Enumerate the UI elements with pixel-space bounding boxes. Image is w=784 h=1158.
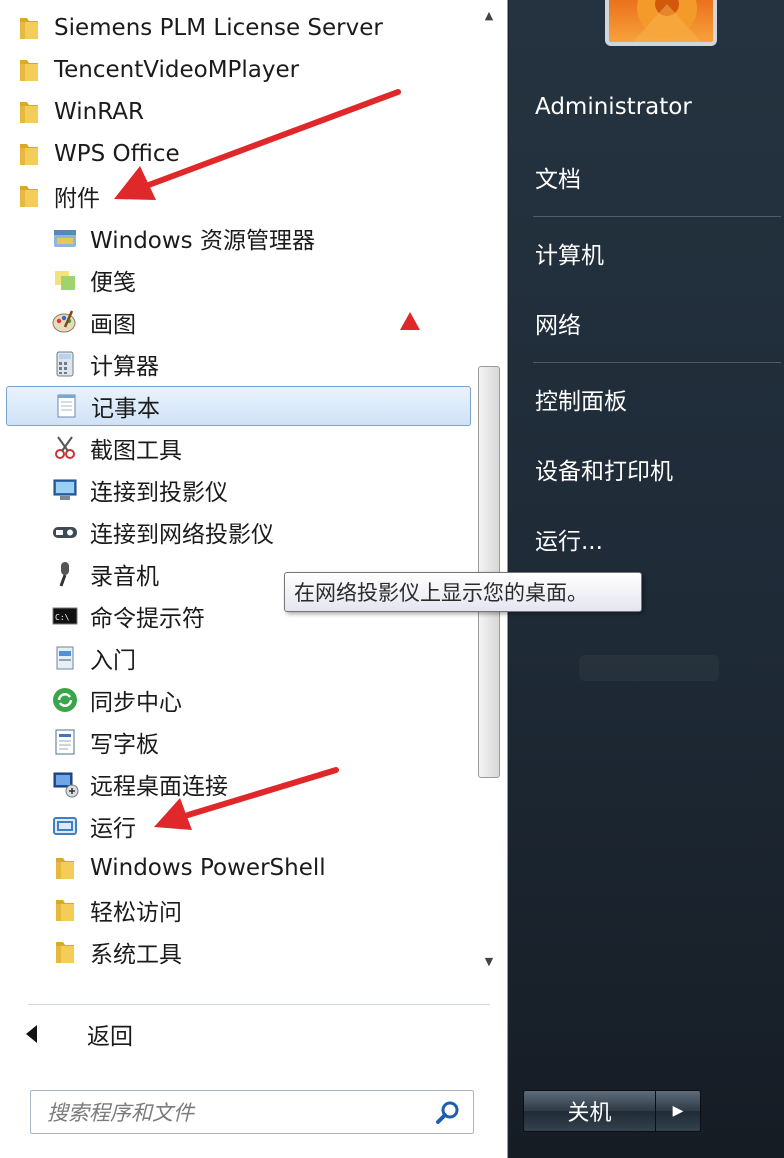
folder-icon bbox=[50, 937, 80, 967]
program-item-label: 同步中心 bbox=[90, 690, 182, 716]
shutdown-group: 关机 ▶ bbox=[523, 1090, 701, 1132]
sticky-notes-icon bbox=[50, 265, 80, 295]
getting-started-icon bbox=[50, 643, 80, 673]
snipping-tool-icon bbox=[50, 433, 80, 463]
program-item[interactable]: TencentVideoMPlayer bbox=[6, 50, 471, 90]
network-link[interactable]: 网络 bbox=[535, 305, 581, 341]
folder-icon bbox=[50, 895, 80, 925]
program-item-label: 附件 bbox=[54, 186, 100, 212]
faded-item bbox=[579, 655, 719, 681]
program-item-label: WPS Office bbox=[54, 141, 180, 167]
right-separator bbox=[533, 216, 781, 217]
network-projector-icon bbox=[50, 517, 80, 547]
computer-link[interactable]: 计算机 bbox=[535, 235, 604, 271]
user-picture[interactable] bbox=[605, 0, 717, 46]
notepad-icon bbox=[51, 391, 81, 421]
program-item-label: Windows PowerShell bbox=[90, 855, 326, 881]
program-item[interactable]: 附件 bbox=[6, 176, 471, 216]
folder-icon bbox=[14, 13, 44, 43]
program-item[interactable]: 计算器 bbox=[6, 344, 471, 384]
program-item-label: 写字板 bbox=[90, 732, 159, 758]
program-item-label: 截图工具 bbox=[90, 438, 182, 464]
sync-center-icon bbox=[50, 685, 80, 715]
program-item-label: Siemens PLM License Server bbox=[54, 15, 383, 41]
program-item[interactable]: 轻松访问 bbox=[6, 890, 471, 930]
shutdown-button[interactable]: 关机 bbox=[524, 1091, 656, 1131]
shutdown-options-arrow-icon[interactable]: ▶ bbox=[656, 1091, 700, 1131]
devices-printers-link[interactable]: 设备和打印机 bbox=[535, 451, 673, 487]
command-prompt-icon: C:\ bbox=[50, 601, 80, 631]
folder-icon bbox=[14, 97, 44, 127]
program-item[interactable]: 入门 bbox=[6, 638, 471, 678]
program-item[interactable]: 系统工具 bbox=[6, 932, 471, 972]
program-item[interactable]: 画图 bbox=[6, 302, 471, 342]
program-item-label: 连接到投影仪 bbox=[90, 480, 228, 506]
program-item-label: WinRAR bbox=[54, 99, 144, 125]
program-item-label: 便笺 bbox=[90, 270, 136, 296]
user-name-link[interactable]: Administrator bbox=[535, 89, 692, 125]
run-icon bbox=[50, 811, 80, 841]
svg-text:C:\: C:\ bbox=[55, 613, 70, 622]
folder-icon bbox=[14, 139, 44, 169]
program-item-label: 命令提示符 bbox=[90, 606, 205, 632]
panel-divider bbox=[28, 1004, 490, 1005]
back-button[interactable]: 返回 bbox=[22, 1014, 322, 1054]
program-item-label: 运行 bbox=[90, 816, 136, 842]
calculator-icon bbox=[50, 349, 80, 379]
program-item-label: TencentVideoMPlayer bbox=[54, 57, 300, 83]
program-item[interactable]: Windows 资源管理器 bbox=[6, 218, 471, 258]
right-separator bbox=[533, 362, 781, 363]
programs-scrollbar[interactable]: ▲ ▼ bbox=[476, 4, 502, 972]
paint-icon bbox=[50, 307, 80, 337]
program-item-label: 计算器 bbox=[90, 354, 159, 380]
program-item-label: 远程桌面连接 bbox=[90, 774, 228, 800]
flower-picture-icon bbox=[632, 0, 702, 42]
folder-icon bbox=[50, 853, 80, 883]
program-item[interactable]: WinRAR bbox=[6, 92, 471, 132]
search-placeholder: 搜索程序和文件 bbox=[47, 1101, 194, 1125]
program-item[interactable]: 运行 bbox=[6, 806, 471, 846]
program-item[interactable]: WPS Office bbox=[6, 134, 471, 174]
program-item-label: 轻松访问 bbox=[90, 900, 182, 926]
program-item-label: 入门 bbox=[90, 648, 136, 674]
program-item[interactable]: 远程桌面连接 bbox=[6, 764, 471, 804]
scroll-up-arrow-icon[interactable]: ▲ bbox=[476, 4, 502, 26]
program-item[interactable]: Windows PowerShell bbox=[6, 848, 471, 888]
microphone-icon bbox=[50, 559, 80, 589]
explorer-icon bbox=[50, 223, 80, 253]
program-item[interactable]: 记事本 bbox=[6, 386, 471, 426]
program-item[interactable]: 截图工具 bbox=[6, 428, 471, 468]
run-link[interactable]: 运行... bbox=[535, 521, 603, 557]
program-item-label: 连接到网络投影仪 bbox=[90, 522, 274, 548]
program-item-label: Windows 资源管理器 bbox=[90, 228, 315, 254]
folder-icon bbox=[14, 181, 44, 211]
search-icon[interactable] bbox=[435, 1100, 461, 1126]
program-item-label: 录音机 bbox=[90, 564, 159, 590]
back-arrow-icon bbox=[26, 1025, 37, 1043]
program-item[interactable]: 便笺 bbox=[6, 260, 471, 300]
remote-desktop-icon bbox=[50, 769, 80, 799]
program-item-label: 系统工具 bbox=[90, 942, 182, 968]
program-item-label: 记事本 bbox=[91, 396, 160, 422]
program-item[interactable]: 连接到网络投影仪 bbox=[6, 512, 471, 552]
scroll-down-arrow-icon[interactable]: ▼ bbox=[476, 950, 502, 972]
programs-list: Siemens PLM License Server TencentVideoMP… bbox=[6, 0, 476, 975]
control-panel-link[interactable]: 控制面板 bbox=[535, 381, 627, 417]
search-input[interactable]: 搜索程序和文件 bbox=[30, 1090, 474, 1134]
documents-link[interactable]: 文档 bbox=[535, 159, 581, 195]
tooltip: 在网络投影仪上显示您的桌面。 bbox=[284, 572, 642, 612]
wordpad-icon bbox=[50, 727, 80, 757]
program-item[interactable]: 同步中心 bbox=[6, 680, 471, 720]
back-label: 返回 bbox=[87, 1024, 133, 1050]
program-item[interactable]: 写字板 bbox=[6, 722, 471, 762]
program-item[interactable]: 连接到投影仪 bbox=[6, 470, 471, 510]
program-item-label: 画图 bbox=[90, 312, 136, 338]
program-item[interactable]: Siemens PLM License Server bbox=[6, 8, 471, 48]
folder-icon bbox=[14, 55, 44, 85]
projector-icon bbox=[50, 475, 80, 505]
